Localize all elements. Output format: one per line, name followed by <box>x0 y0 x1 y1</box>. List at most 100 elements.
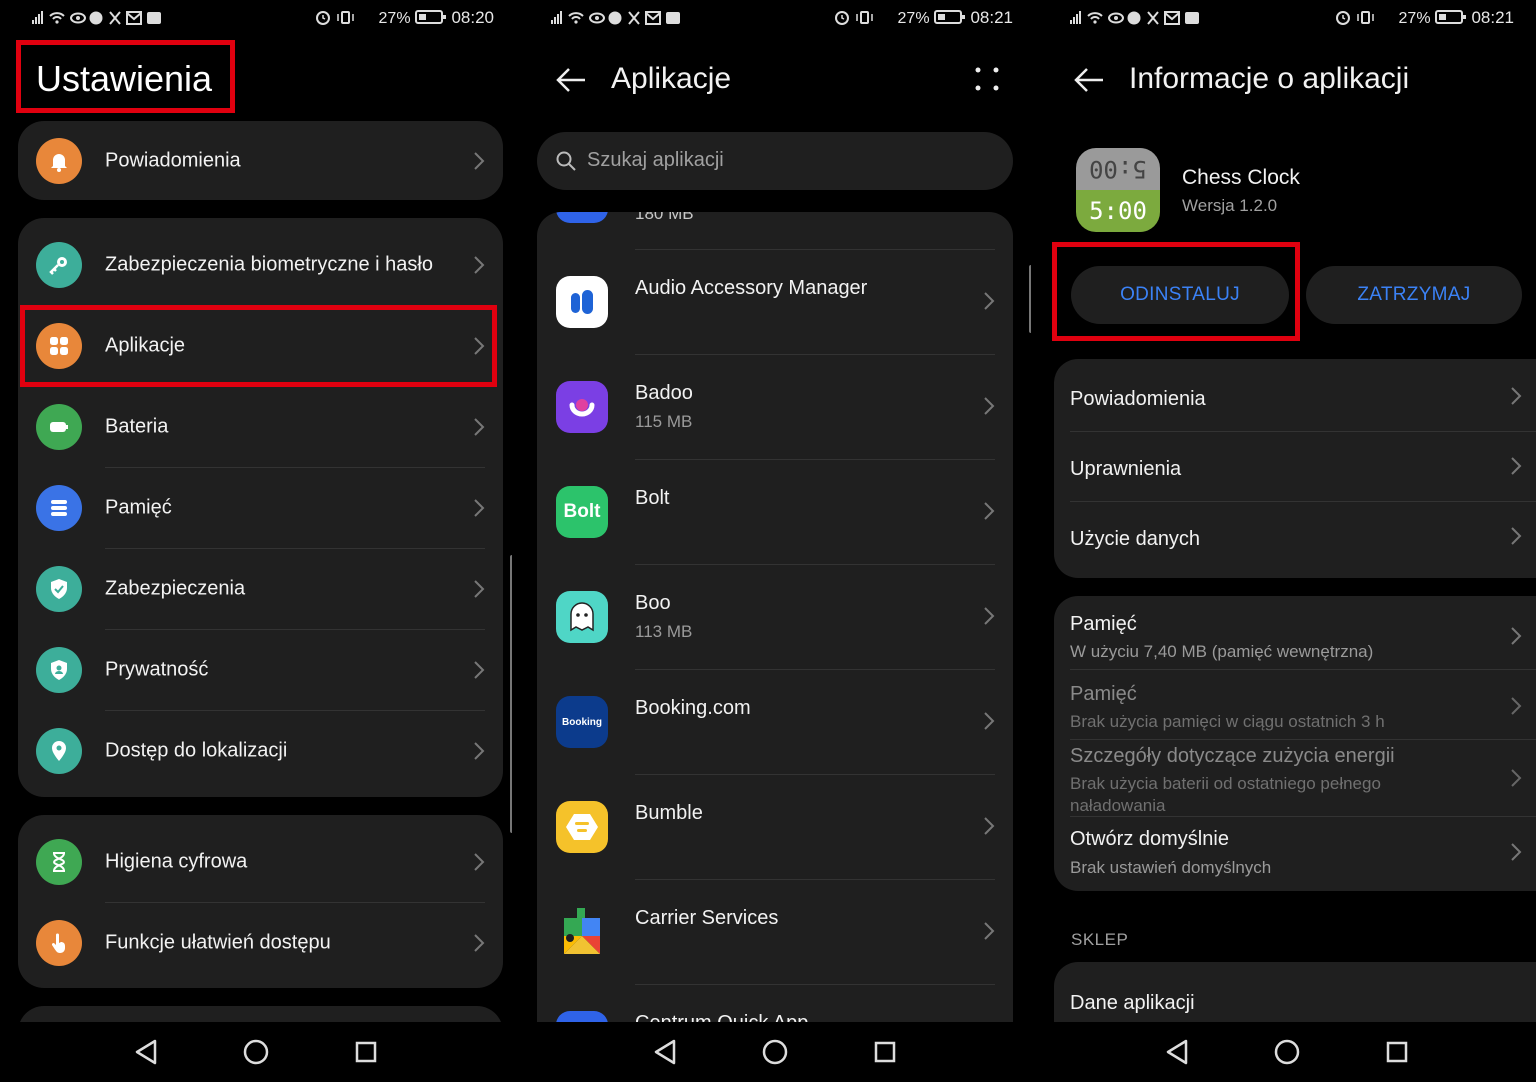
nav-home-button[interactable] <box>1269 1034 1305 1070</box>
setting-title: Uprawnienia <box>1070 458 1182 480</box>
chevron-right-icon <box>474 741 485 760</box>
detail-subtitle: W użyciu 7,40 MB (pamięć wewnętrzna) <box>1070 642 1374 661</box>
boo-icon <box>556 591 608 643</box>
highlight-title <box>16 40 235 113</box>
settings-item-storage[interactable]: Pamięć <box>18 467 503 548</box>
detail-subtitle: Brak użycia baterii od ostatniego pełneg… <box>1070 774 1381 815</box>
chevron-right-icon <box>984 607 995 625</box>
back-arrow-icon[interactable] <box>1073 66 1105 94</box>
app-setting-data-usage[interactable]: Użycie danych <box>1054 502 1536 578</box>
settings-item-security[interactable]: Zabezpieczenia <box>18 548 503 629</box>
app-detail-storage[interactable]: Pamięć W użyciu 7,40 MB (pamięć wewnętrz… <box>1054 596 1536 670</box>
chevron-right-icon <box>1511 769 1522 787</box>
nav-home-button[interactable] <box>757 1034 793 1070</box>
carrier-services-icon <box>556 906 608 958</box>
nav-recents-button[interactable] <box>867 1034 903 1070</box>
settings-screen: 27% 08:20 Ustawienia Powiadomienia Zabez… <box>0 0 512 1082</box>
settings-item-accessibility[interactable]: Funkcje ułatwień dostępu <box>18 902 503 983</box>
apps-screen: 27% 08:21 Aplikacje Szukaj aplikacji 180… <box>519 0 1031 1082</box>
more-options-icon[interactable] <box>974 66 1000 92</box>
settings-group-wellbeing: Higiena cyfrowa Funkcje ułatwień dostępu <box>18 815 503 988</box>
search-input[interactable]: Szukaj aplikacji <box>537 132 1013 190</box>
app-size: 180 MB <box>635 212 694 223</box>
settings-item-label: Bateria <box>105 415 169 437</box>
clock-bottom-face: 5:00 <box>1089 197 1147 225</box>
settings-item-notifications[interactable]: Powiadomienia <box>18 120 503 201</box>
booking-icon: Booking <box>556 696 608 748</box>
app-name: Booking.com <box>635 697 751 719</box>
app-setting-permissions[interactable]: Uprawnienia <box>1054 432 1536 502</box>
divider <box>635 984 995 985</box>
scrollbar[interactable] <box>510 555 512 833</box>
settings-item-biometric[interactable]: Zabezpieczenia biometryczne i hasło <box>18 224 503 305</box>
app-settings-card: Powiadomienia Uprawnienia Użycie danych <box>1054 359 1536 578</box>
list-item[interactable]: Audio Accessory Manager <box>537 249 1013 354</box>
status-icons-left <box>30 8 180 30</box>
nav-home-button[interactable] <box>238 1034 274 1070</box>
list-item[interactable]: Boo 113 MB <box>537 564 1013 669</box>
bell-icon <box>36 137 82 184</box>
detail-title: Otwórz domyślnie <box>1070 828 1229 850</box>
badoo-icon <box>556 381 608 433</box>
list-item-partial-bottom[interactable]: Centrum Quick App <box>537 984 1013 1022</box>
chevron-right-icon <box>1511 697 1522 715</box>
chevron-right-icon <box>474 852 485 871</box>
audio-accessory-icon <box>556 276 608 328</box>
status-icons-left <box>1068 8 1218 30</box>
clock: 08:20 <box>451 8 494 27</box>
store-item-label: Dane aplikacji <box>1070 992 1195 1014</box>
list-item[interactable]: Bumble <box>537 774 1013 879</box>
chevron-right-icon <box>474 660 485 679</box>
battery-percent: 27% <box>378 10 411 27</box>
app-name: Audio Accessory Manager <box>635 277 868 299</box>
force-stop-button[interactable]: ZATRZYMAJ <box>1306 266 1522 324</box>
status-icons-right: 27% 08:21 <box>1334 8 1514 28</box>
divider <box>635 879 995 880</box>
list-item-partial-top[interactable]: 180 MB <box>537 212 1013 249</box>
app-detail-open-default[interactable]: Otwórz domyślnie Brak ustawień domyślnyc… <box>1054 817 1536 891</box>
app-name: Centrum Quick App <box>635 1012 808 1022</box>
chevron-right-icon <box>984 922 995 940</box>
nav-recents-button[interactable] <box>1379 1034 1415 1070</box>
search-placeholder: Szukaj aplikacji <box>587 149 724 171</box>
settings-item-battery[interactable]: Bateria <box>18 386 503 467</box>
scrollbar[interactable] <box>1029 265 1031 333</box>
list-item[interactable]: Booking Booking.com <box>537 669 1013 774</box>
nav-back-button[interactable] <box>128 1034 164 1070</box>
nav-recents-button[interactable] <box>348 1034 384 1070</box>
list-item[interactable]: Bolt Bolt <box>537 459 1013 564</box>
clock-top-face: 5:00 <box>1089 155 1147 183</box>
app-detail-energy[interactable]: Szczegóły dotyczące zużycia energii Brak… <box>1054 740 1536 817</box>
divider <box>635 249 995 250</box>
back-arrow-icon[interactable] <box>555 66 587 94</box>
divider <box>105 467 485 468</box>
nav-back-button[interactable] <box>647 1034 683 1070</box>
detail-title: Pamięć <box>1070 613 1137 635</box>
app-setting-notifications[interactable]: Powiadomienia <box>1054 359 1536 432</box>
detail-title: Pamięć <box>1070 683 1137 705</box>
app-detail-memory[interactable]: Pamięć Brak użycia pamięci w ciągu ostat… <box>1054 670 1536 740</box>
app-name: Carrier Services <box>635 907 779 929</box>
app-name: Badoo <box>635 382 693 404</box>
settings-item-location[interactable]: Dostęp do lokalizacji <box>18 710 503 791</box>
chevron-right-icon <box>474 151 485 170</box>
chevron-right-icon <box>474 417 485 436</box>
list-item[interactable]: Carrier Services <box>537 879 1013 984</box>
divider <box>105 902 485 903</box>
key-icon <box>36 241 82 288</box>
notifications-card: Powiadomienia <box>18 121 503 200</box>
list-item[interactable]: Badoo 115 MB <box>537 354 1013 459</box>
nav-back-button[interactable] <box>1159 1034 1195 1070</box>
setting-title: Użycie danych <box>1070 528 1201 550</box>
detail-title: Szczegóły dotyczące zużycia energii <box>1070 745 1395 767</box>
divider <box>635 354 995 355</box>
chevron-right-icon <box>984 712 995 730</box>
app-details-card: Pamięć W użyciu 7,40 MB (pamięć wewnętrz… <box>1054 596 1536 891</box>
battery-icon <box>934 10 965 24</box>
chess-clock-icon: 5:00 5:00 <box>1076 148 1160 232</box>
settings-item-digital-balance[interactable]: Higiena cyfrowa <box>18 821 503 902</box>
settings-item-privacy[interactable]: Prywatność <box>18 629 503 710</box>
settings-item-label: Zabezpieczenia <box>105 577 246 599</box>
bumble-icon <box>556 801 608 853</box>
chevron-right-icon <box>984 292 995 310</box>
